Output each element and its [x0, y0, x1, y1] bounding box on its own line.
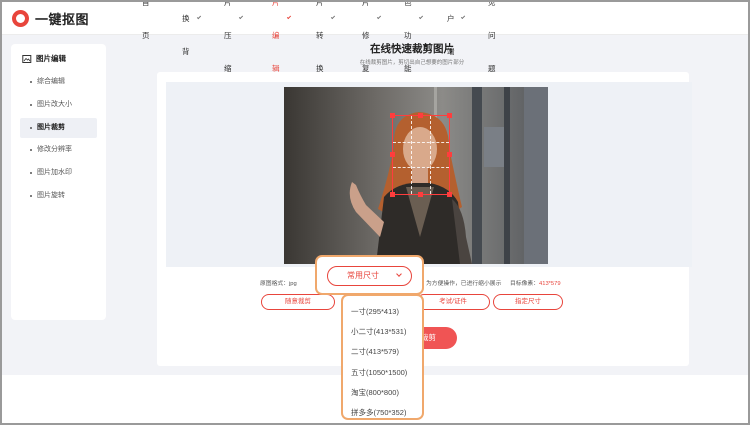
chevron-down-icon — [196, 14, 201, 20]
chevron-down-icon — [418, 14, 423, 20]
nav-item-7[interactable]: 客户端 — [447, 2, 466, 56]
size-option-5[interactable]: 拼多多(750*352) — [351, 407, 406, 418]
nav-item-label: 首页 — [142, 0, 150, 40]
crop-handle-e[interactable] — [447, 152, 452, 157]
source-format: 原图格式：jpg — [260, 281, 297, 287]
logo[interactable]: 一键抠图 — [12, 9, 89, 28]
size-option-4[interactable]: 淘宝(800*800) — [351, 387, 399, 398]
size-dropdown[interactable]: 常用尺寸 — [327, 266, 412, 286]
size-dropdown-value: 常用尺寸 — [347, 271, 379, 280]
size-option-3[interactable]: 五寸(1050*1500) — [351, 367, 407, 378]
sidebar-item-4[interactable]: 图片加水印 — [20, 163, 97, 183]
sidebar-item-1[interactable]: 图片改大小 — [20, 95, 97, 115]
display-note: 为方便操作，已进行缩小展示 — [426, 281, 502, 287]
logo-text: 一键抠图 — [35, 12, 90, 27]
nav-item-5[interactable]: 照片修复 — [362, 2, 381, 73]
sidebar-header: 图片编辑 — [22, 53, 66, 64]
sidebar-item-2[interactable]: 图片裁剪 — [20, 117, 97, 138]
sidebar-title: 图片编辑 — [36, 54, 66, 63]
crop-handle-se[interactable] — [447, 192, 452, 197]
page-title: 在线快速裁剪图片 — [370, 43, 454, 55]
target-pixels: 目标像素：413*579 — [510, 278, 561, 287]
size-option-1[interactable]: 小二寸(413*531) — [351, 326, 406, 337]
nav-item-4[interactable]: 图片转换 — [316, 2, 335, 73]
exam-id-button[interactable]: 考试/证件 — [416, 294, 490, 310]
target-pixels-label: 目标像素： — [510, 281, 539, 287]
sidebar: 图片编辑 综合编辑图片改大小 图片裁剪 修改分辨率图片加水印图片旋转 — [11, 44, 106, 320]
chevron-down-icon — [396, 271, 402, 277]
nav-item-2[interactable]: 图片压缩 — [224, 2, 243, 73]
sidebar-item-3[interactable]: 修改分辨率 — [20, 140, 97, 160]
size-option-0[interactable]: 一寸(295*413) — [351, 306, 399, 317]
nav-item-8[interactable]: 常见问题 — [488, 2, 496, 73]
crop-box[interactable] — [390, 113, 452, 197]
custom-size-button[interactable]: 指定尺寸 — [493, 294, 563, 310]
page-subtitle: 在线裁剪图片，剪切出自己想要的图片部分 — [359, 60, 465, 66]
free-crop-button[interactable]: 随意裁剪 — [261, 294, 335, 310]
sidebar-item-0[interactable]: 综合编辑 — [20, 72, 97, 92]
top-navigation: 一键抠图 首页抠图换背景图片压缩图片编辑图片转换照片修复特色功能客户端常见问题 — [2, 2, 748, 89]
crop-handle-sw[interactable] — [390, 192, 395, 197]
size-dropdown-highlight: 常用尺寸 — [315, 255, 424, 295]
nav-item-1[interactable]: 抠图换背景 — [182, 2, 201, 89]
chevron-down-icon — [461, 14, 466, 20]
crop-handle-s[interactable] — [418, 192, 423, 197]
crop-handle-w[interactable] — [390, 152, 395, 157]
size-option-2[interactable]: 二寸(413*579) — [351, 346, 399, 357]
nav-item-0[interactable]: 首页 — [142, 2, 150, 40]
app-window: 一键抠图 首页抠图换背景图片压缩图片编辑图片转换照片修复特色功能客户端常见问题 … — [0, 0, 750, 425]
crop-handle-ne[interactable] — [447, 113, 452, 118]
chevron-down-icon — [238, 14, 243, 20]
image-edit-icon — [22, 54, 32, 63]
sidebar-item-5[interactable]: 图片旋转 — [20, 186, 97, 206]
nav-item-6[interactable]: 特色功能 — [404, 2, 423, 73]
logo-icon — [12, 10, 29, 27]
chevron-down-icon — [330, 14, 335, 20]
crop-handle-nw[interactable] — [390, 113, 395, 118]
crop-handle-n[interactable] — [418, 113, 423, 118]
size-dropdown-menu: 一寸(295*413) 小二寸(413*531) 二寸(413*579) 五寸(105… — [341, 294, 424, 420]
nav-item-3[interactable]: 图片编辑 — [272, 2, 291, 73]
chevron-down-icon — [376, 14, 381, 20]
target-pixels-value: 413*579 — [539, 281, 561, 287]
chevron-down-icon — [286, 14, 291, 20]
